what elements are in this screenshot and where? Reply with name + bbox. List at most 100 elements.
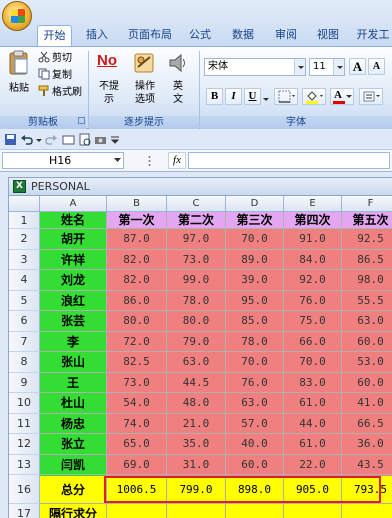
score-cell[interactable]: 70.0 <box>284 352 342 373</box>
name-cell[interactable]: 许祥 <box>40 249 107 270</box>
copy-button[interactable]: 复制 <box>38 68 72 84</box>
score-cell[interactable]: 92.5 <box>342 229 392 250</box>
score-cell[interactable]: 73.0 <box>167 249 226 270</box>
bold-button[interactable]: B <box>206 88 223 105</box>
font-color-button[interactable]: A <box>330 88 354 105</box>
save-icon[interactable] <box>4 133 17 146</box>
score-cell[interactable]: 48.0 <box>167 393 226 414</box>
score-cell[interactable]: 63.0 <box>167 352 226 373</box>
column-header-d[interactable]: D <box>226 196 284 212</box>
header-cell[interactable]: 第三次 <box>226 212 284 229</box>
name-cell[interactable]: 王 <box>40 372 107 393</box>
score-cell[interactable]: 87.0 <box>107 229 167 250</box>
score-cell[interactable]: 72.0 <box>107 331 167 352</box>
print-preview-icon[interactable] <box>78 133 91 146</box>
score-cell[interactable]: 76.0 <box>226 372 284 393</box>
column-header-b[interactable]: B <box>107 196 167 212</box>
name-cell[interactable]: 李 <box>40 331 107 352</box>
chevron-down-icon[interactable] <box>294 59 305 75</box>
score-cell[interactable]: 39.0 <box>226 270 284 291</box>
score-cell[interactable]: 98.0 <box>342 270 392 291</box>
score-cell[interactable]: 41.0 <box>342 393 392 414</box>
column-header-a[interactable]: A <box>40 196 107 212</box>
row-header[interactable]: 11 <box>9 413 40 434</box>
score-cell[interactable]: 53.0 <box>342 352 392 373</box>
score-cell[interactable]: 60.0 <box>342 372 392 393</box>
score-cell[interactable]: 22.0 <box>284 454 342 475</box>
tab-page-layout[interactable]: 页面布局 <box>124 25 176 46</box>
score-cell[interactable]: 73.0 <box>107 372 167 393</box>
no-prompt-button[interactable]: No 不提 示 <box>94 50 124 114</box>
header-cell[interactable]: 姓名 <box>40 212 107 229</box>
score-cell[interactable]: 61.0 <box>284 393 342 414</box>
row-header[interactable]: 8 <box>9 352 40 373</box>
score-cell[interactable] <box>226 504 284 518</box>
name-cell[interactable]: 刘龙 <box>40 270 107 291</box>
score-cell[interactable]: 66.0 <box>284 331 342 352</box>
score-cell[interactable]: 74.0 <box>107 413 167 434</box>
score-cell[interactable]: 83.0 <box>284 372 342 393</box>
row-header[interactable]: 17 <box>9 504 40 518</box>
redo-icon[interactable] <box>45 133 58 146</box>
score-cell[interactable]: 63.0 <box>226 393 284 414</box>
chevron-down-icon[interactable] <box>333 59 344 75</box>
shrink-font-button[interactable]: A <box>368 58 385 75</box>
name-cell[interactable]: 胡开 <box>40 229 107 250</box>
paste-button[interactable]: 粘贴 <box>4 50 34 102</box>
row-header[interactable]: 3 <box>9 249 40 270</box>
tab-insert[interactable]: 插入 <box>82 25 112 46</box>
tab-data[interactable]: 数据 <box>228 25 258 46</box>
score-cell[interactable] <box>284 504 342 518</box>
score-cell[interactable]: 80.0 <box>107 311 167 332</box>
score-cell[interactable]: 21.0 <box>167 413 226 434</box>
score-cell[interactable]: 35.0 <box>167 434 226 455</box>
shape-icon[interactable] <box>62 133 75 146</box>
name-cell[interactable]: 闫凯 <box>40 454 107 475</box>
score-cell[interactable]: 84.0 <box>284 249 342 270</box>
undo-icon[interactable] <box>20 133 33 146</box>
score-cell[interactable]: 78.0 <box>167 290 226 311</box>
formula-input[interactable] <box>188 152 390 169</box>
row-header[interactable]: 6 <box>9 311 40 332</box>
score-cell[interactable]: 61.0 <box>284 434 342 455</box>
name-cell[interactable]: 浪红 <box>40 290 107 311</box>
score-cell[interactable]: 31.0 <box>167 454 226 475</box>
row-header[interactable]: 1 <box>9 212 40 229</box>
score-cell[interactable]: 60.0 <box>342 331 392 352</box>
underline-button[interactable]: U <box>244 88 261 105</box>
score-cell[interactable]: 97.0 <box>167 229 226 250</box>
score-cell[interactable]: 80.0 <box>167 311 226 332</box>
score-cell[interactable]: 91.0 <box>284 229 342 250</box>
chevron-down-icon[interactable] <box>114 158 121 163</box>
header-cell[interactable]: 第二次 <box>167 212 226 229</box>
header-cell[interactable]: 第四次 <box>284 212 342 229</box>
english-button[interactable]: 英 文 <box>164 50 192 114</box>
score-cell[interactable]: 92.0 <box>284 270 342 291</box>
header-cell[interactable]: 第一次 <box>107 212 167 229</box>
row-header[interactable]: 4 <box>9 270 40 291</box>
format-painter-button[interactable]: 格式刷 <box>38 85 82 101</box>
score-cell[interactable]: 65.0 <box>107 434 167 455</box>
grow-font-button[interactable]: A <box>349 58 366 75</box>
options-button[interactable]: 操作 选项 <box>130 50 160 114</box>
excel-icon[interactable]: X <box>13 180 26 193</box>
clipboard-launcher-icon[interactable] <box>78 117 85 124</box>
score-cell[interactable]: 82.0 <box>107 249 167 270</box>
score-cell[interactable]: 54.0 <box>107 393 167 414</box>
score-cell[interactable]: 70.0 <box>226 352 284 373</box>
score-cell[interactable]: 69.0 <box>107 454 167 475</box>
name-cell[interactable]: 张山 <box>40 352 107 373</box>
tab-home[interactable]: 开始 <box>37 25 72 46</box>
column-header-e[interactable]: E <box>284 196 342 212</box>
score-cell[interactable]: 82.0 <box>107 270 167 291</box>
underline-dropdown-icon[interactable] <box>263 93 270 101</box>
name-cell[interactable]: 总分 <box>40 476 107 504</box>
score-cell[interactable]: 79.0 <box>167 331 226 352</box>
formula-bar-grip[interactable] <box>148 155 151 167</box>
fill-color-button[interactable] <box>302 88 326 105</box>
cut-button[interactable]: 剪切 <box>38 51 72 67</box>
score-cell[interactable]: 43.5 <box>342 454 392 475</box>
score-cell[interactable]: 44.5 <box>167 372 226 393</box>
font-name-combo[interactable]: 宋体 <box>204 58 306 76</box>
score-cell[interactable]: 55.5 <box>342 290 392 311</box>
